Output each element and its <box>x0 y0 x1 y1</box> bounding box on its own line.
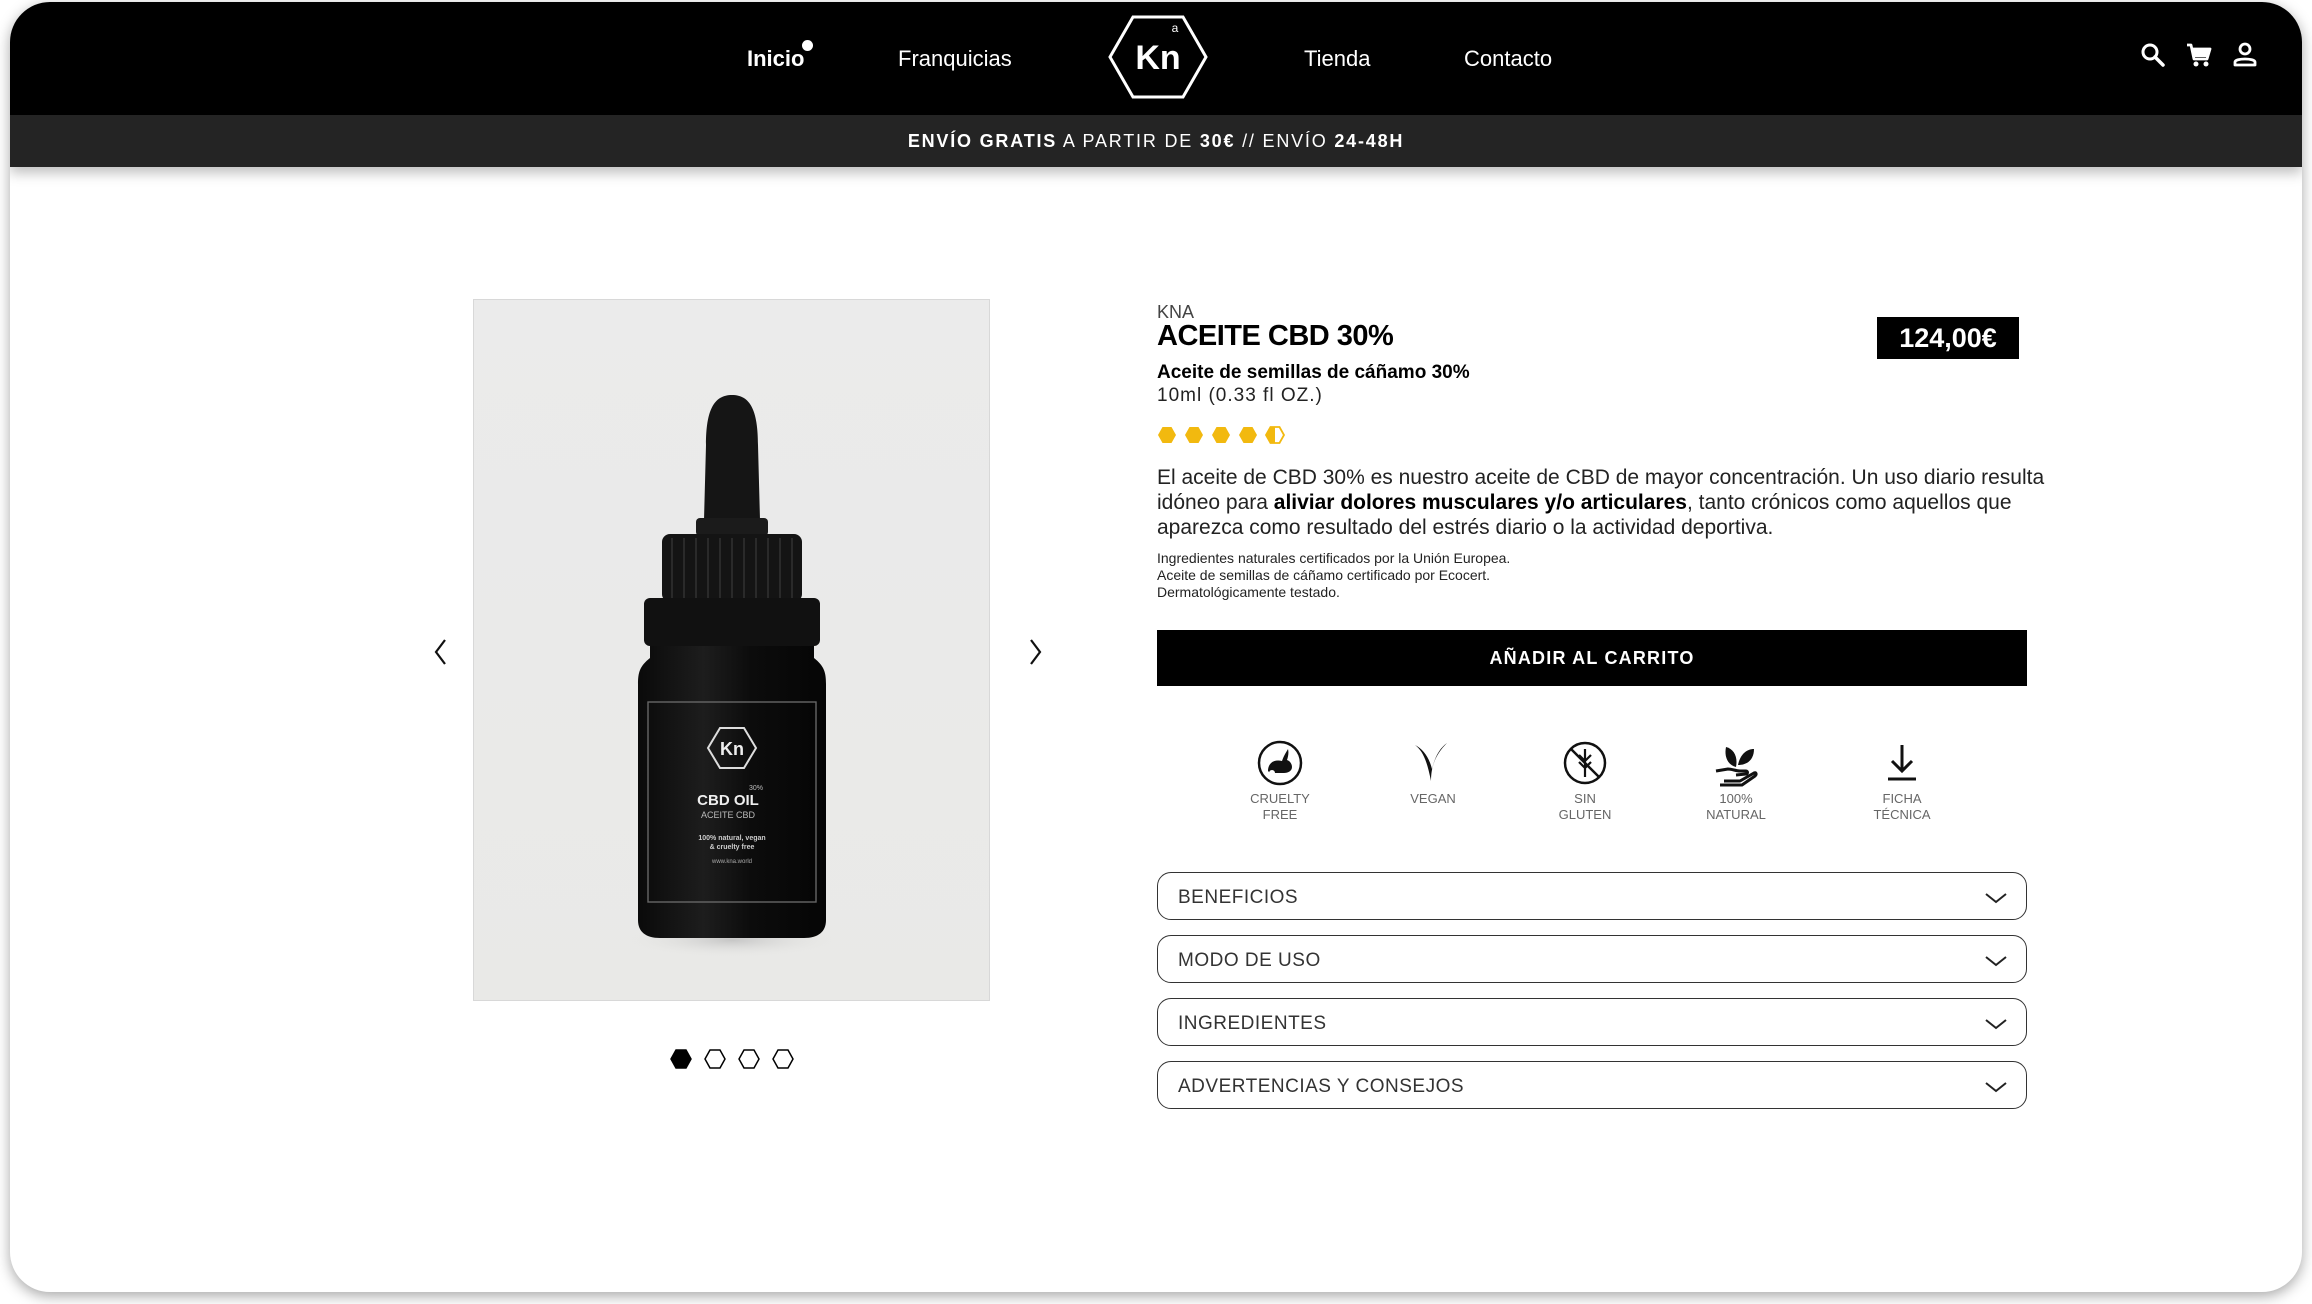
product-fine-print: Ingredientes naturales certificados por … <box>1157 550 1857 601</box>
gallery-dot-4[interactable] <box>772 1048 794 1070</box>
bottle-line1: 100% natural, vegan <box>698 835 765 842</box>
chevron-down-icon <box>1985 1019 2007 1030</box>
product-image: Kn 30% CBD OIL ACEITE CBD 100% natural, … <box>473 299 990 1001</box>
shipping-banner: ENVÍO GRATIS A PARTIR DE 30€ // ENVÍO 24… <box>10 115 2302 167</box>
gallery-dot-3[interactable] <box>738 1048 760 1070</box>
product-description: El aceite de CBD 30% es nuestro aceite d… <box>1157 465 2047 540</box>
nav-link-tienda[interactable]: Tienda <box>1304 46 1370 72</box>
kna-logo[interactable]: Kn a <box>1108 14 1208 100</box>
bottle-percent: 30% <box>749 785 763 792</box>
shipping-time: 24-48H <box>1334 131 1405 151</box>
rating-hex-full <box>1212 427 1230 443</box>
badge-cruelty-free: CRUELTY FREE <box>1225 737 1335 823</box>
fine-print-line: Ingredientes naturales certificados por … <box>1157 550 1511 566</box>
accordion-label: INGREDIENTES <box>1178 1013 1327 1034</box>
bottle-logo-text: Kn <box>720 739 744 759</box>
logo-text: Kn <box>1135 39 1180 77</box>
top-navbar: Inicio Franquicias Kn a Tienda Contacto <box>10 2 2302 115</box>
badge-label-line1: 100% <box>1719 791 1753 806</box>
bottle-line2: & cruelty free <box>710 844 755 851</box>
cruelty-free-icon <box>1257 740 1303 786</box>
shipping-text-2: // ENVÍO <box>1235 131 1335 151</box>
product-title: ACEITE CBD 30% <box>1157 320 1394 352</box>
accordion-label: ADVERTENCIAS Y CONSEJOS <box>1178 1076 1465 1097</box>
accordion-ingredientes[interactable]: INGREDIENTES <box>1157 998 2027 1046</box>
shipping-free: ENVÍO GRATIS <box>907 131 1058 151</box>
badge-label-line1: FICHA <box>1882 791 1922 806</box>
chevron-down-icon <box>1985 956 2007 967</box>
badge-natural: 100% NATURAL <box>1681 737 1791 823</box>
rating-stars <box>1158 426 1286 444</box>
fine-print-line: Dermatológicamente testado. <box>1157 584 1340 600</box>
rating-hex-full <box>1185 427 1203 443</box>
search-icon[interactable] <box>2138 40 2168 70</box>
bottle-sub: ACEITE CBD <box>701 810 756 820</box>
accordion-modo-de-uso[interactable]: MODO DE USO <box>1157 935 2027 983</box>
bottle-url: www.kna.world <box>711 859 752 865</box>
badge-label-line2: GLUTEN <box>1558 807 1612 822</box>
product-bottle-image: Kn 30% CBD OIL ACEITE CBD 100% natural, … <box>622 395 842 958</box>
gallery-next-arrow[interactable] <box>1022 634 1048 670</box>
user-icon[interactable] <box>2230 40 2260 70</box>
gluten-free-icon <box>1563 741 1607 785</box>
product-price: 124,00€ <box>1877 317 2019 359</box>
accordion-label: BENEFICIOS <box>1178 887 1299 908</box>
shipping-threshold: 30€ <box>1199 131 1236 151</box>
gallery-prev-arrow[interactable] <box>428 634 454 670</box>
product-subtitle: Aceite de semillas de cáñamo 30% <box>1157 362 1470 383</box>
fine-print-line: Aceite de semillas de cáñamo certificado… <box>1157 567 1491 583</box>
gallery-dot-1[interactable] <box>670 1048 692 1070</box>
chevron-down-icon <box>1985 1082 2007 1093</box>
nav-link-inicio[interactable]: Inicio <box>747 46 804 72</box>
vegan-icon <box>1415 743 1447 781</box>
shipping-text-1: A PARTIR DE <box>1057 131 1200 151</box>
accordion-beneficios[interactable]: BENEFICIOS <box>1157 872 2027 920</box>
accordion-label: MODO DE USO <box>1178 950 1321 971</box>
download-icon[interactable] <box>1876 737 1928 789</box>
badge-label-line1: CRUELTY <box>1250 791 1310 806</box>
gallery-dot-2[interactable] <box>704 1048 726 1070</box>
badge-label-line1: SIN <box>1574 791 1596 806</box>
badge-label-line2: TÉCNICA <box>1873 807 1931 822</box>
add-to-cart-button[interactable]: AÑADIR AL CARRITO <box>1157 630 2027 686</box>
description-highlight: aliviar dolores musculares y/o articular… <box>1273 491 1687 514</box>
nav-link-contacto[interactable]: Contacto <box>1464 46 1552 72</box>
logo-superscript: a <box>1172 21 1179 35</box>
rating-hex-full <box>1239 427 1257 443</box>
badge-label-line2: FREE <box>1262 807 1298 822</box>
browser-frame: Inicio Franquicias Kn a Tienda Contacto … <box>10 2 2302 1292</box>
accordion-advertencias[interactable]: ADVERTENCIAS Y CONSEJOS <box>1157 1061 2027 1109</box>
nav-link-franquicias[interactable]: Franquicias <box>898 46 1012 72</box>
chevron-down-icon <box>1985 893 2007 904</box>
badge-technical-sheet[interactable]: FICHA TÉCNICA <box>1847 737 1957 823</box>
active-indicator-dot <box>802 40 813 51</box>
product-volume: 10ml (0.33 fl OZ.) <box>1157 385 1323 406</box>
badge-label-line2: NATURAL <box>1706 807 1766 822</box>
badge-gluten-free: SIN GLUTEN <box>1530 737 1640 823</box>
bottle-name: CBD OIL <box>697 792 759 809</box>
badge-vegan: VEGAN <box>1378 737 1488 807</box>
natural-icon <box>1715 747 1758 787</box>
rating-hex-full <box>1158 427 1176 443</box>
badge-label-line1: VEGAN <box>1410 791 1456 806</box>
cart-icon[interactable] <box>2184 40 2214 70</box>
